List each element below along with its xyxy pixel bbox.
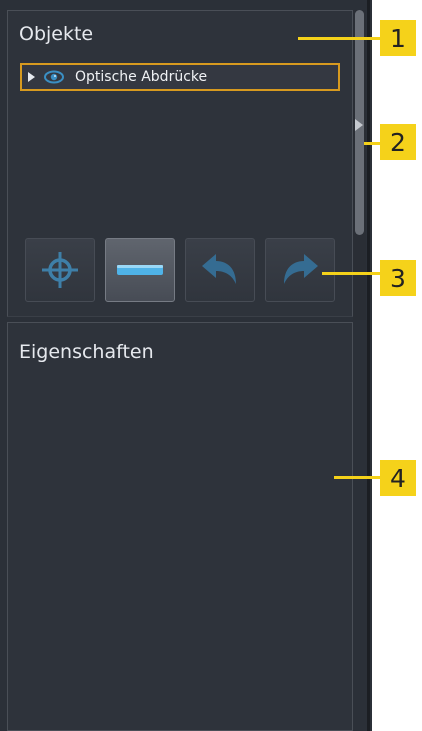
undo-arrow-icon	[202, 254, 236, 284]
focus-object-button[interactable]	[25, 238, 95, 302]
properties-panel: Eigenschaften	[7, 322, 353, 731]
flatten-button[interactable]	[105, 238, 175, 302]
callout-line-1	[298, 37, 380, 40]
eye-icon[interactable]	[44, 67, 64, 87]
objects-panel: Objekte Optische Abdrücke	[7, 10, 353, 317]
callout-4: 4	[380, 460, 416, 496]
callout-1: 1	[380, 20, 416, 56]
callout-line-2	[364, 142, 380, 145]
object-toolbar	[25, 238, 335, 302]
horizontal-bar-icon	[117, 265, 163, 275]
callout-2: 2	[380, 124, 416, 160]
collapse-panel-arrow-icon[interactable]	[355, 119, 363, 131]
tree-item-optical-impressions[interactable]: Optische Abdrücke	[20, 63, 340, 91]
callout-line-4	[334, 476, 380, 479]
expand-arrow-icon[interactable]	[28, 72, 35, 82]
side-panel: Objekte Optische Abdrücke Eigenschaften	[0, 0, 372, 731]
crosshair-icon	[42, 252, 78, 288]
properties-panel-title: Eigenschaften	[19, 341, 154, 363]
redo-button[interactable]	[265, 238, 335, 302]
objects-panel-title: Objekte	[19, 23, 94, 45]
panel-edge-divider	[367, 0, 370, 731]
callout-3: 3	[380, 260, 416, 296]
undo-button[interactable]	[185, 238, 255, 302]
redo-arrow-icon	[284, 254, 318, 284]
callout-line-3	[322, 272, 380, 275]
tree-item-label: Optische Abdrücke	[75, 69, 208, 85]
